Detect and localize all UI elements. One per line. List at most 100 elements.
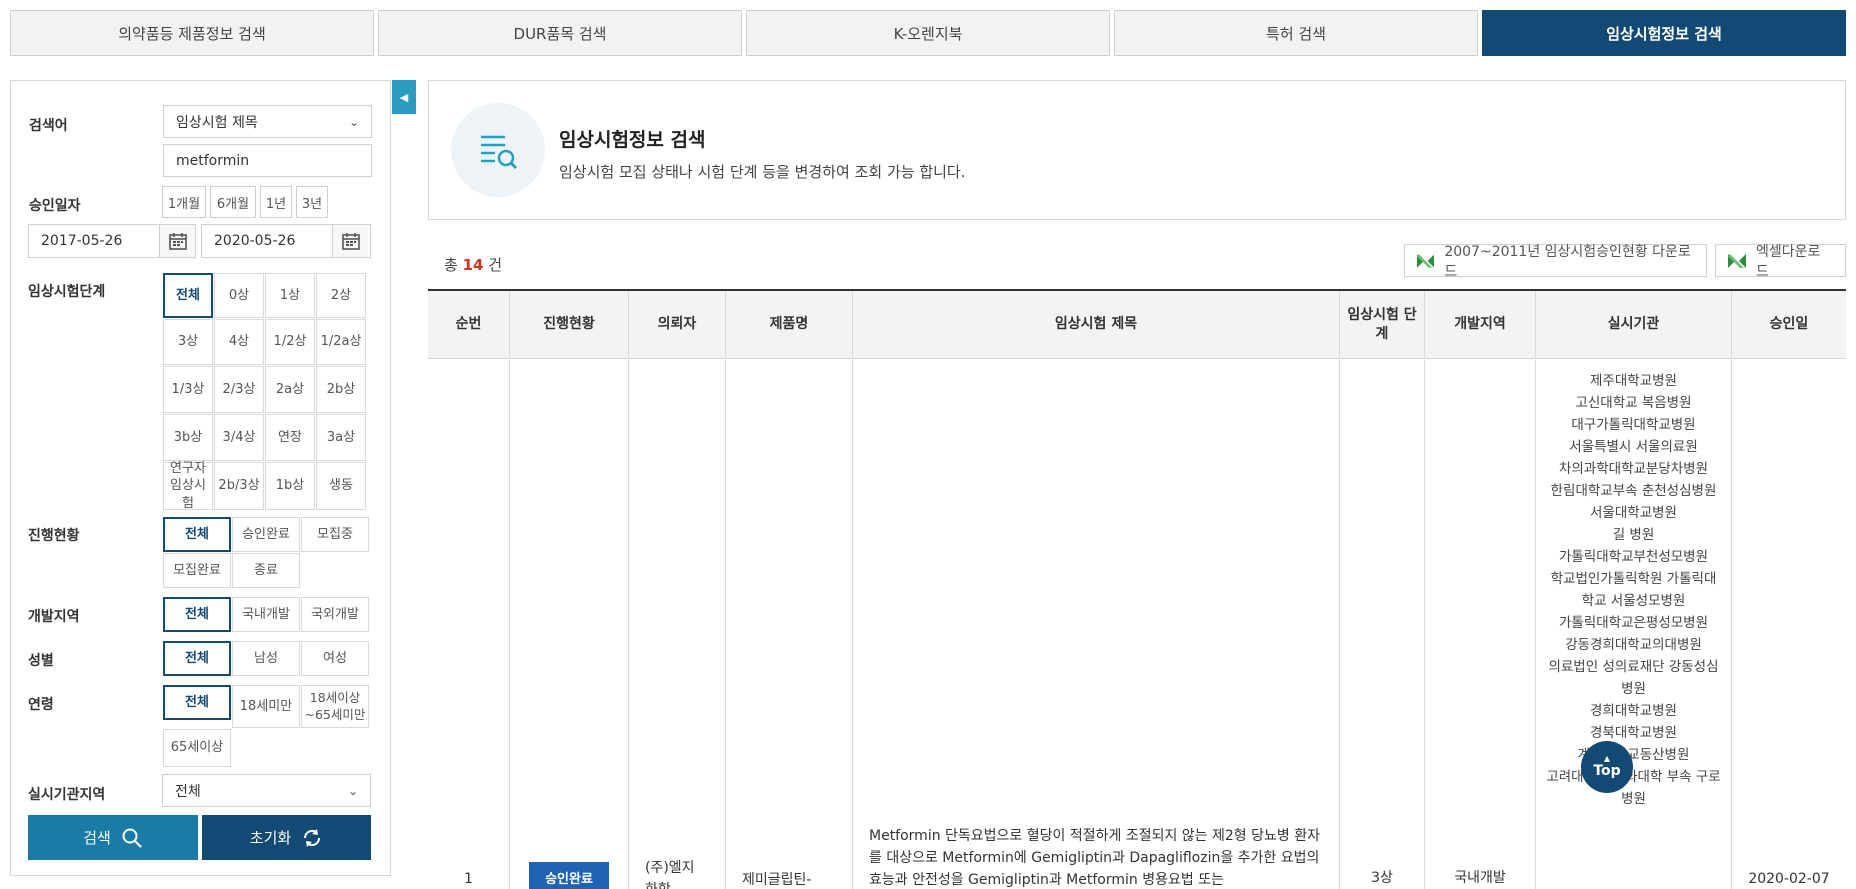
date-to-field[interactable]: 2020-05-26 [201,224,371,258]
phase-option[interactable]: 3상 [163,319,213,365]
phase-option[interactable]: 3a상 [316,414,366,461]
column-header: 진행현황 [510,291,629,359]
search-button-label: 검색 [83,829,111,847]
phase-option[interactable]: 연장 [265,414,315,461]
phase-option[interactable]: 연구자 임상시험 [163,461,213,511]
status-option[interactable]: 모집중 [301,517,369,552]
phase-option[interactable]: 생동 [316,462,366,510]
sidebar-collapse-button[interactable]: ◀ [392,80,416,114]
scroll-top-label: Top [1593,763,1621,779]
page-description: 임상시험 모집 상태나 시험 단계 등을 변경하여 조회 가능 합니다. [559,163,966,181]
region-option[interactable]: 전체 [163,597,231,632]
age-option[interactable]: 전체 [163,685,231,720]
excel-download-label: 엑셀다운로드 [1755,243,1821,280]
phase-option[interactable]: 4상 [214,319,264,365]
document-search-icon [451,103,545,197]
gender-option[interactable]: 남성 [232,641,300,676]
phase-option[interactable]: 2상 [316,273,366,318]
status-option[interactable]: 승인완료 [232,517,300,552]
age-option[interactable]: 65세이상 [163,729,231,767]
search-type-select[interactable]: 임상시험 제목 ⌄ [163,105,372,138]
phase-option[interactable]: 1b상 [265,462,315,510]
phase-option[interactable]: 1/3상 [163,366,213,413]
period-6month-button[interactable]: 6개월 [210,186,256,218]
excel-download-button[interactable]: 엑셀다운로드 [1715,244,1846,280]
phase-option[interactable]: 1상 [265,273,315,318]
phase-option[interactable]: 1/2상 [265,319,315,365]
tab-drug-info[interactable]: 의약품등 제품정보 검색 [10,10,374,56]
phase-option[interactable]: 0상 [214,273,264,318]
institution-item: 가톨릭대학교은평성모병원 [1558,615,1709,631]
institution-region-label: 실시기관지역 [28,787,106,803]
refresh-icon [304,828,321,847]
institution-item: 경북대학교병원 [1590,725,1677,741]
cell-date: 2020-02-07 [1732,360,1846,889]
tab-dur[interactable]: DUR품목 검색 [378,10,742,56]
age-option[interactable]: 18세미만 [232,685,300,728]
institution-item: 고려대학교 의과대학 부속 구로병원 [1546,769,1721,807]
development-region: 국내개발 [1454,870,1506,886]
row-number: 1 [464,871,473,887]
age-option[interactable]: 18세이상 ~65세미만 [301,685,369,728]
tab-orange-book[interactable]: K-오렌지북 [746,10,1110,56]
period-1year-button[interactable]: 1년 [260,186,292,218]
phase-option[interactable]: 2a상 [265,366,315,413]
institution-item: 경희대학교병원 [1590,703,1677,719]
search-button[interactable]: 검색 [28,815,198,860]
cell-phase: 3상 [1340,360,1425,889]
institution-item: 고신대학교 복음병원 [1575,395,1692,411]
gender-option[interactable]: 전체 [163,641,231,676]
gender-label: 성별 [28,653,54,669]
calendar-icon[interactable] [159,225,195,257]
status-option[interactable]: 종료 [232,553,300,588]
approval-date: 2020-02-07 [1748,871,1830,887]
phase-option[interactable]: 1/2a상 [316,319,366,365]
phase-option[interactable]: 2b/3상 [214,462,264,510]
search-input[interactable]: metformin [163,144,372,177]
phase-option[interactable]: 3b상 [163,414,213,461]
column-header: 승인일 [1732,291,1846,359]
status-badge[interactable]: 승인완료 [529,862,609,889]
phase-option[interactable]: 전체 [163,273,213,318]
institution-item: 제주대학교병원 [1590,373,1677,389]
phase-option[interactable]: 3/4상 [214,414,264,461]
gender-option[interactable]: 여성 [301,641,369,676]
status-option[interactable]: 전체 [163,517,231,552]
result-count-prefix: 총 [444,256,458,274]
institution-region-select[interactable]: 전체 ⌄ [162,774,371,807]
reset-button-label: 초기화 [249,829,292,847]
sponsor-name: (주)엘지 화학 [645,860,695,889]
download-history-button[interactable]: 2007~2011년 임상시험승인현황 다운로드 [1404,244,1707,280]
cell-region: 국내개발 [1425,360,1536,889]
result-count-number: 14 [462,256,484,274]
reset-button[interactable]: 초기화 [202,815,371,860]
institution-item: 서울대학교병원 [1590,505,1677,521]
caret-left-icon: ◀ [399,90,409,104]
cell-number: 1 [428,360,510,889]
date-from-field[interactable]: 2017-05-26 [28,224,196,258]
tab-clinical-trial[interactable]: 임상시험정보 검색 [1482,10,1846,56]
cell-product: 제미글립틴-SGLT2 복합제 [726,360,853,889]
status-label: 진행현황 [28,528,80,544]
column-header: 제품명 [726,291,853,359]
excel-icon [1417,253,1435,268]
phase-option[interactable]: 2/3상 [214,366,264,413]
period-1month-button[interactable]: 1개월 [162,186,206,218]
tab-patent[interactable]: 특허 검색 [1114,10,1478,56]
results-table: 순번 진행현황 의뢰자 제품명 임상시험 제목 임상시험 단계 개발지역 실시기… [428,289,1846,889]
trial-title[interactable]: Metformin 단독요법으로 혈당이 적절하게 조절되지 않는 제2형 당뇨… [853,825,1339,889]
region-option[interactable]: 국내개발 [232,597,300,632]
region-option[interactable]: 국외개발 [301,597,369,632]
phase-option[interactable]: 2b상 [316,366,366,413]
status-option[interactable]: 모집완료 [163,553,231,588]
top-tab-bar: 의약품등 제품정보 검색 DUR품목 검색 K-오렌지북 특허 검색 임상시험정… [10,10,1846,56]
cell-title: Metformin 단독요법으로 혈당이 적절하게 조절되지 않는 제2형 당뇨… [853,360,1340,889]
institution-item: 차의과학대학교분당차병원 [1558,461,1709,477]
date-from-value: 2017-05-26 [41,233,123,249]
product-name[interactable]: 제미글립틴-SGLT2 복합제 [726,869,852,889]
scroll-top-button[interactable]: ▲ Top [1581,741,1633,793]
column-header: 실시기관 [1536,291,1732,359]
column-header: 임상시험 단계 [1340,291,1425,359]
period-3year-button[interactable]: 3년 [296,186,328,218]
calendar-icon[interactable] [332,225,368,257]
